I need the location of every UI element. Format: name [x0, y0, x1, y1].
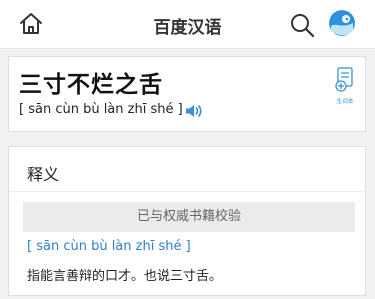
definition-pinyin[interactable]: [ sān cùn bù làn zhī shé ]	[27, 239, 191, 254]
verified-badge: 已与权威书籍校验	[23, 202, 355, 232]
divider	[9, 191, 365, 192]
word-card: 三寸不烂之舌 [ sān cùn bù làn zhī shé ] 生词本	[8, 56, 366, 132]
speaker-icon[interactable]	[185, 103, 203, 117]
definition-heading: 释义	[27, 165, 60, 184]
top-bar: 百度汉语	[0, 0, 375, 49]
wordbook-label: 生词本	[336, 98, 354, 105]
definition-text: 指能言善辩的口才。也说三寸舌。	[27, 269, 223, 284]
wordbook-add-icon	[335, 67, 353, 92]
word-title: 三寸不烂之舌	[19, 72, 163, 98]
word-pinyin: [ sān cùn bù làn zhī shé ]	[19, 102, 183, 117]
avatar[interactable]	[329, 10, 355, 36]
app-title: 百度汉语	[153, 18, 222, 38]
definition-card: 释义 已与权威书籍校验 [ sān cùn bù làn zhī shé ] 指…	[8, 146, 366, 296]
add-to-wordbook-button[interactable]: 生词本	[333, 67, 357, 105]
search-icon[interactable]	[289, 12, 315, 38]
